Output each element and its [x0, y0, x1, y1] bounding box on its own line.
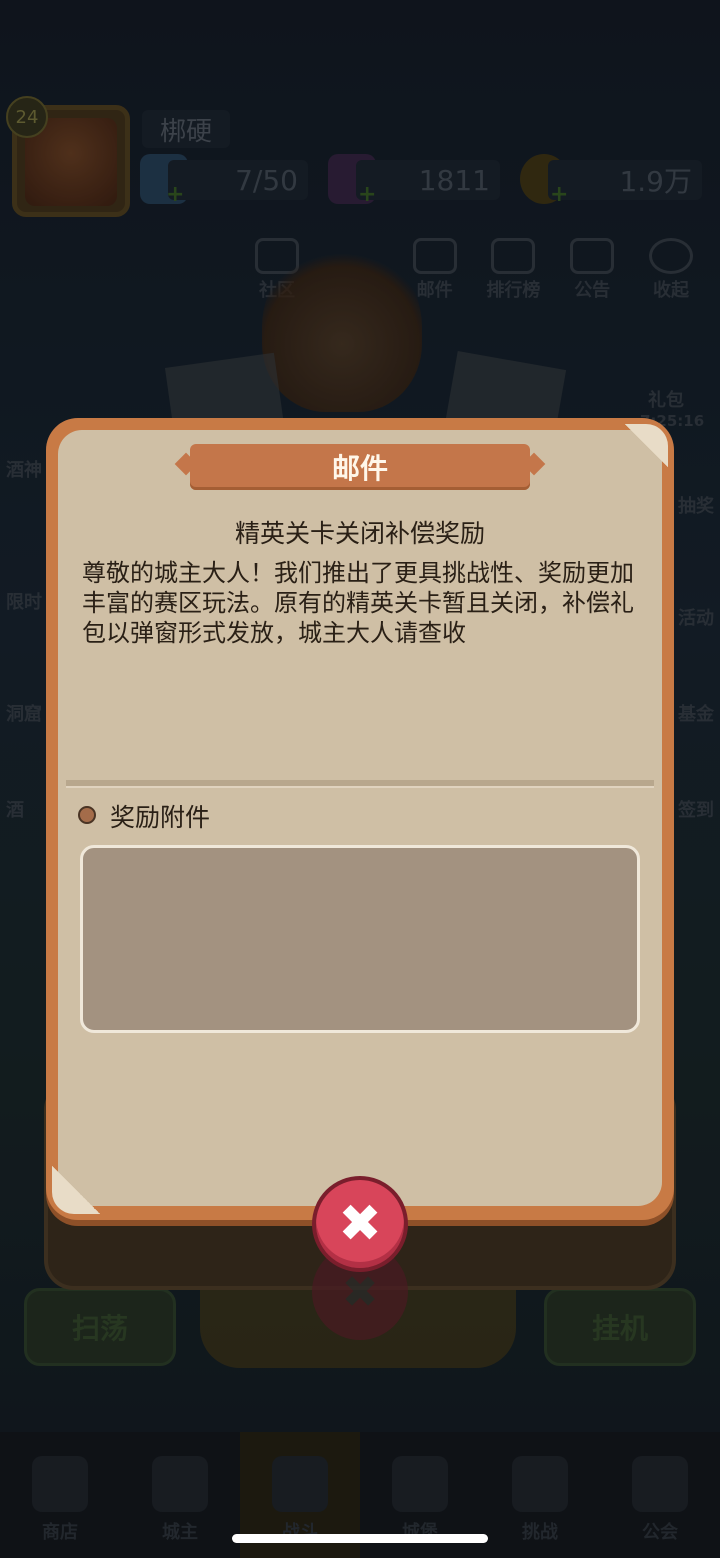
corner-decoration — [614, 424, 668, 478]
dialog-title-text: 邮件 — [331, 452, 388, 485]
close-icon: ✖ — [338, 1194, 382, 1254]
section-divider — [66, 780, 654, 788]
attachments-label: 奖励附件 — [110, 803, 211, 832]
attachments-box — [80, 845, 640, 1033]
mail-subject: 精英关卡关闭补偿奖励 — [234, 519, 485, 548]
bullet-dot-icon — [78, 806, 96, 824]
mail-body: 尊敬的城主大人！我们推出了更具挑战性、奖励更加丰富的赛区玩法。原有的精英关卡暂且… — [82, 559, 634, 647]
home-indicator[interactable] — [232, 1534, 488, 1543]
corner-decoration — [52, 1154, 112, 1214]
close-button[interactable]: ✖ — [312, 1176, 408, 1272]
dialog-title: 邮件 — [190, 444, 530, 490]
